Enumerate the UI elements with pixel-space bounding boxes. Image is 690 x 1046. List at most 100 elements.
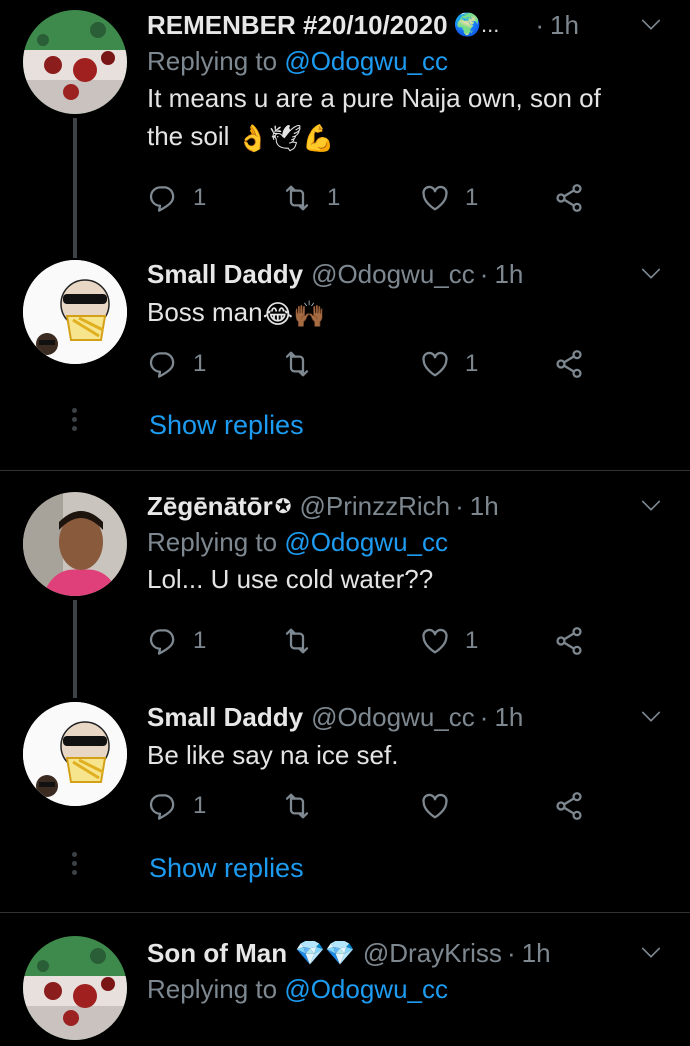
emoji: 😂🙌🏾 [262,299,326,330]
tweet-header: Son of Man 💎💎 @DrayKriss · 1h [147,936,662,970]
retweet-icon [281,625,313,657]
tweet-text-line: It means u are a pure Naija own, son of [147,83,601,113]
tweet-actions: 1 1 1 [147,182,597,222]
timestamp[interactable]: 1h [550,10,579,41]
replying-to: Replying to @Odogwu_cc [147,974,662,1005]
tweet-text-line: Boss man [147,297,263,327]
tweet-text-line: the soil [147,121,230,151]
share-button[interactable] [553,625,585,657]
thread-dots [72,408,78,435]
divider [0,470,690,471]
share-icon [553,182,585,214]
share-icon [553,625,585,657]
user-handle[interactable]: @Odogwu_cc [311,259,475,290]
avatar[interactable] [23,702,127,806]
user-handle[interactable]: @Odogwu_cc [311,702,475,733]
tweet-text: Lol... U use cold water?? [147,560,662,598]
dot-separator: · [479,701,489,732]
show-replies-link[interactable]: Show replies [149,410,304,441]
like-button[interactable]: 1 [419,348,478,380]
share-icon [553,790,585,822]
user-handle[interactable]: @PrinzzRich [299,491,450,522]
timestamp[interactable]: 1h [494,702,523,733]
tweet-header: Zēgēnātōr ✪ @PrinzzRich · 1h [147,489,662,523]
dot-separator: · [506,937,516,968]
like-button[interactable] [419,790,465,822]
chevron-down-icon[interactable] [640,263,662,285]
reply-button[interactable]: 1 [147,790,206,822]
divider [0,912,690,913]
like-count: 1 [465,184,479,211]
retweet-button[interactable] [281,348,327,380]
replying-to-label: Replying to [147,974,278,1004]
reply-count: 1 [193,627,207,654]
mention-link[interactable]: @Odogwu_cc [284,527,448,557]
timestamp[interactable]: 1h [522,938,551,969]
tweet-actions: 1 1 [147,348,597,388]
display-name[interactable]: Zēgēnātōr [147,491,273,522]
like-button[interactable]: 1 [419,625,478,657]
retweet-button[interactable] [281,625,327,657]
retweet-button[interactable]: 1 [281,182,340,214]
timestamp[interactable]: 1h [494,259,523,290]
like-count: 1 [465,350,479,377]
reply-button[interactable]: 1 [147,348,206,380]
tweet-header: Small Daddy @Odogwu_cc · 1h [147,700,662,734]
thread-dots [72,852,78,879]
dot-separator: · [479,258,489,289]
share-button[interactable] [553,348,585,380]
emoji: 👌🕊💪 [236,123,335,154]
tweet-text-line: Be like say na ice sef. [147,740,399,770]
retweet-button[interactable] [281,790,327,822]
display-name[interactable]: Son of Man [147,938,287,969]
chevron-down-icon[interactable] [640,706,662,728]
chevron-down-icon[interactable] [640,942,662,964]
show-replies-link[interactable]: Show replies [149,853,304,884]
dot-separator: · [535,9,545,40]
reply-icon [147,625,179,657]
avatar[interactable] [23,10,127,114]
avatar[interactable] [23,936,127,1040]
replying-to-label: Replying to [147,527,278,557]
dot-separator: · [455,490,464,521]
tweet-actions: 1 1 [147,625,597,665]
retweet-icon [281,790,313,822]
mention-link[interactable]: @Odogwu_cc [284,46,448,76]
thread-line [73,600,77,698]
heart-icon [419,790,451,822]
reply-count: 1 [193,184,207,211]
tweet-text: It means u are a pure Naija own, son of … [147,79,662,157]
heart-icon [419,348,451,380]
reply-button[interactable]: 1 [147,625,206,657]
share-icon [553,348,585,380]
tweet-header: REMENBER #20/10/2020 🌍... · 1h [147,8,662,42]
share-button[interactable] [553,790,585,822]
display-name[interactable]: Small Daddy [147,259,303,290]
avatar[interactable] [23,492,127,596]
avatar[interactable] [23,260,127,364]
tweet-header: Small Daddy @Odogwu_cc · 1h [147,257,662,291]
share-button[interactable] [553,182,585,214]
retweet-icon [281,348,313,380]
display-name[interactable]: REMENBER #20/10/2020 [147,10,448,41]
user-handle[interactable]: @DrayKriss [363,938,502,969]
like-button[interactable]: 1 [419,182,478,214]
reply-count: 1 [193,350,207,377]
chevron-down-icon[interactable] [640,495,662,517]
name-emoji: 💎💎 [295,939,355,967]
reply-icon [147,790,179,822]
reply-count: 1 [193,792,207,819]
display-name[interactable]: Small Daddy [147,702,303,733]
timestamp[interactable]: 1h [470,491,499,522]
replying-to: Replying to @Odogwu_cc [147,527,662,558]
thread-line [73,118,77,258]
mention-link[interactable]: @Odogwu_cc [284,974,448,1004]
reply-button[interactable]: 1 [147,182,206,214]
heart-icon [419,182,451,214]
replying-to: Replying to @Odogwu_cc [147,46,662,77]
tweet-text: Boss man😂🙌🏾 [147,293,662,333]
chevron-down-icon[interactable] [640,14,662,36]
name-badge: ✪ [274,495,292,518]
heart-icon [419,625,451,657]
tweet-actions: 1 [147,790,597,830]
